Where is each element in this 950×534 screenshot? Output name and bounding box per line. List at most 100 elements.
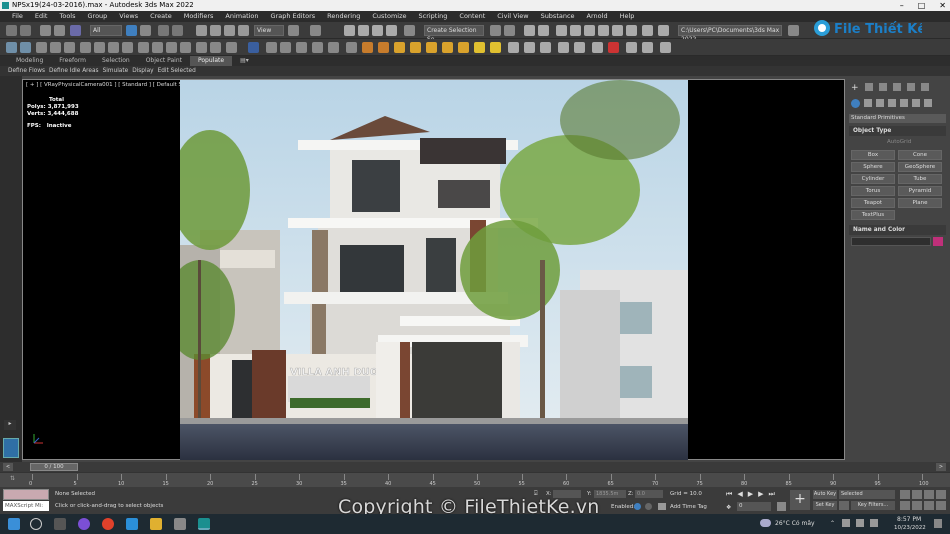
vray-light-icon[interactable] [378,42,389,53]
vray-mesh-light-icon[interactable] [442,42,453,53]
toolbar2-icon[interactable] [122,42,133,53]
schematic-view-icon[interactable] [584,25,595,36]
ribbon-tab-object-paint[interactable]: Object Paint [138,56,190,66]
zoom-extents-all-icon[interactable] [936,490,946,499]
fov-icon[interactable] [900,501,910,510]
menu-customize[interactable]: Customize [366,11,412,22]
category-dropdown[interactable]: Standard Primitives [849,114,946,123]
toolbar2-icon[interactable] [138,42,149,53]
vray-sun-icon[interactable] [394,42,405,53]
teapot-button[interactable]: Teapot [851,198,895,208]
menu-graph-editors[interactable]: Graph Editors [265,11,322,22]
ribbon-toggle-icon[interactable] [556,25,567,36]
menu-content[interactable]: Content [453,11,491,22]
toolbar2-icon[interactable] [152,42,163,53]
vray-sphere-icon[interactable] [558,42,569,53]
3dsmax-taskbar-icon[interactable] [198,518,210,530]
menu-rendering[interactable]: Rendering [321,11,366,22]
task-view-icon[interactable] [54,518,66,530]
scale-icon[interactable] [224,25,235,36]
ribbon-options-icon[interactable]: ▤▾ [232,56,257,66]
rotate-icon[interactable] [210,25,221,36]
toolbar2-icon[interactable] [64,42,75,53]
key-set-dropdown[interactable]: Selected [839,490,895,499]
toolbar2-icon[interactable] [94,42,105,53]
align-icon[interactable] [504,25,515,36]
toolbar2-icon[interactable] [210,42,221,53]
project-path-field[interactable]: C:\Users\PC\Documents\3ds Max 2022 [678,25,782,43]
helpers-icon[interactable] [900,99,908,107]
time-slider[interactable]: 0 / 100 [30,463,78,471]
window-crossing-icon[interactable] [172,25,183,36]
z-coord-field[interactable]: 0.0 [635,490,663,498]
toolbar2-icon[interactable] [312,42,323,53]
render-cloud-icon[interactable] [658,25,669,36]
snaps-toggle-icon[interactable] [344,25,355,36]
torus-button[interactable]: Torus [851,186,895,196]
select-object-icon[interactable] [126,25,137,36]
zoom-extents-icon[interactable] [924,490,934,499]
name-color-rollout[interactable]: Name and Color [849,225,946,235]
edit-named-sel-icon[interactable] [404,25,415,36]
mirror-icon[interactable] [490,25,501,36]
set-key-big-button[interactable]: + [790,490,810,510]
ribbon-tab-selection[interactable]: Selection [94,56,138,66]
start-icon[interactable] [8,518,20,530]
lights-icon[interactable] [876,99,884,107]
rendered-frame-icon[interactable] [626,25,637,36]
toolbar2-icon[interactable] [626,42,637,53]
select-manipulate-icon[interactable] [310,25,321,36]
key-mode-icon[interactable]: ❖ [726,504,731,511]
menu-scripting[interactable]: Scripting [413,11,454,22]
minimize-icon[interactable]: – [900,0,904,11]
systems-icon[interactable] [924,99,932,107]
app-icon[interactable] [174,518,186,530]
vray-dome-icon[interactable] [410,42,421,53]
autogrid-checkbox[interactable]: AutoGrid [887,139,911,145]
file-explorer-icon[interactable] [150,518,162,530]
display-tab-icon[interactable] [906,83,915,91]
toolbar2-icon[interactable] [608,42,619,53]
textplus-button[interactable]: TextPlus [851,210,895,220]
spinner-snap-icon[interactable] [386,25,397,36]
ribbon-tab-modeling[interactable]: Modeling [8,56,51,66]
play-icon[interactable]: ▶ [748,490,753,499]
current-frame-field[interactable]: 0 [737,502,771,511]
zoom-icon[interactable] [900,490,910,499]
angle-snap-icon[interactable] [358,25,369,36]
light-icon[interactable] [166,42,177,53]
next-frame-icon[interactable]: > [936,463,946,471]
cylinder-button[interactable]: Cylinder [851,174,895,184]
menu-group[interactable]: Group [82,11,114,22]
menu-tools[interactable]: Tools [53,11,81,22]
layer-explorer-icon[interactable] [538,25,549,36]
menu-file[interactable]: File [6,11,29,22]
modify-tab-icon[interactable] [864,83,873,91]
curve-editor-icon[interactable] [570,25,581,36]
shapes-icon[interactable] [864,99,872,107]
toolbar2-icon[interactable] [574,42,585,53]
toolbar2-icon[interactable] [280,42,291,53]
menu-modifiers[interactable]: Modifiers [178,11,220,22]
viewport-layout-icon[interactable] [3,438,19,458]
toolbar2-icon[interactable] [660,42,671,53]
tube-button[interactable]: Tube [898,174,942,184]
tray-chevron-icon[interactable]: ⌃ [830,520,835,527]
bind-space-warp-icon[interactable] [70,25,81,36]
render-icon[interactable] [642,25,653,36]
clock-time[interactable]: 8:57 PM [897,516,921,523]
maximize-icon[interactable]: □ [918,0,926,11]
motion-tab-icon[interactable] [892,83,901,91]
move-icon[interactable] [196,25,207,36]
weather-text[interactable]: 26°C Có mây [775,520,815,527]
box-button[interactable]: Box [851,150,895,160]
ribbon-simulate[interactable]: Simulate [101,66,131,76]
vray-fur-icon[interactable] [524,42,535,53]
adaptive-degradation-icon[interactable] [634,503,641,510]
object-color-swatch[interactable] [933,237,943,246]
vray-sun-icon[interactable] [474,42,485,53]
toolbar2-icon[interactable] [642,42,653,53]
toolbar2-icon[interactable] [196,42,207,53]
pivot-icon[interactable] [288,25,299,36]
scene-explorer-icon[interactable] [524,25,535,36]
